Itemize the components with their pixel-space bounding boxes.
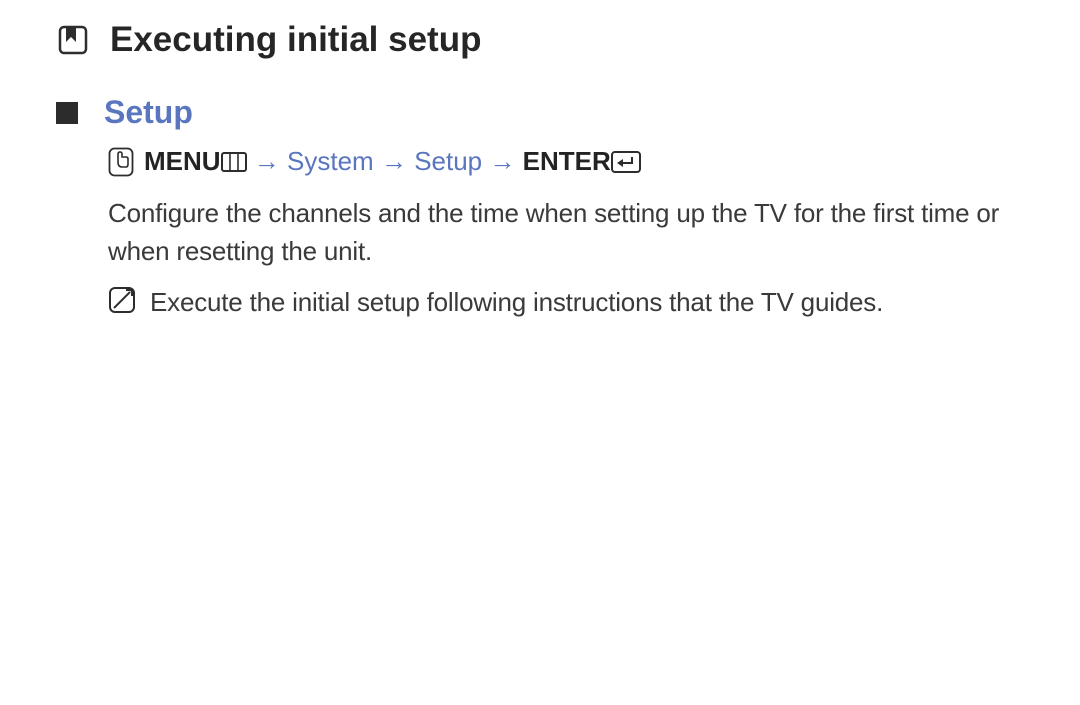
enter-icon <box>611 151 641 177</box>
note-text: Execute the initial setup following inst… <box>150 284 883 322</box>
menu-path-text: MENU → System → Setup → ENTER <box>144 148 641 177</box>
touch-icon <box>108 147 134 177</box>
arrow-2: → <box>381 146 407 176</box>
menu-icon <box>221 150 247 176</box>
bookmark-icon <box>58 25 88 55</box>
enter-label: ENTER <box>523 146 611 176</box>
path-system: System <box>287 146 374 176</box>
path-setup: Setup <box>414 146 482 176</box>
note-icon <box>108 286 136 314</box>
menu-path: MENU → System → Setup → ENTER <box>108 147 1040 177</box>
section-title: Setup <box>104 94 193 131</box>
body-paragraph: Configure the channels and the time when… <box>108 195 1040 270</box>
page-title: Executing initial setup <box>110 20 481 60</box>
arrow-3: → <box>489 146 515 176</box>
square-bullet-icon <box>56 102 78 124</box>
arrow-1: → <box>254 146 280 176</box>
menu-label: MENU <box>144 146 221 176</box>
